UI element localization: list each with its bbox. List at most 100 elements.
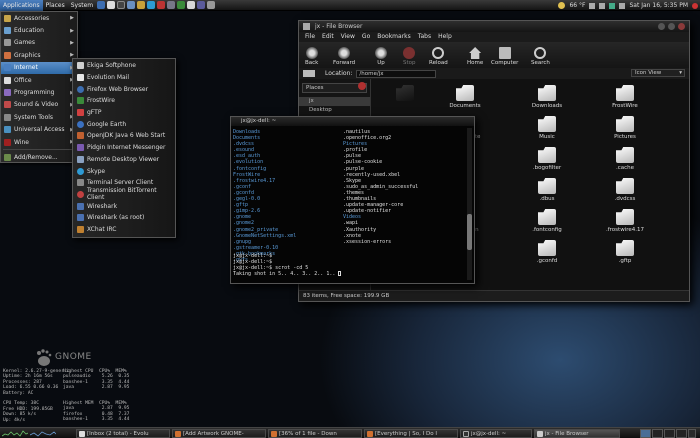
system-monitor-launcher-icon[interactable]	[207, 1, 216, 9]
file-browser-titlebar[interactable]: jx - File Browser	[299, 21, 689, 32]
computer-button[interactable]: Computer	[491, 47, 518, 66]
files-launcher-icon[interactable]	[187, 1, 196, 9]
side-item-jx[interactable]: jx	[299, 97, 370, 106]
menu-item-education[interactable]: Education ▶	[1, 24, 77, 36]
stop-button[interactable]: Stop	[403, 47, 416, 66]
menu-item-openjdk[interactable]: OpenJDK Java 6 Web Start	[73, 130, 175, 142]
menu-edit[interactable]: Edit	[322, 32, 334, 42]
firefox-launcher-icon[interactable]	[97, 1, 106, 9]
cpu-graph-icon[interactable]	[2, 430, 28, 437]
menu-item-games[interactable]: Games ▶	[1, 37, 77, 49]
folder-window-icon[interactable]	[303, 23, 310, 30]
file-item[interactable]: Downloads	[517, 85, 577, 109]
menu-item-ekiga[interactable]: Ekiga Softphone	[73, 60, 175, 72]
messenger-status-icon[interactable]	[609, 2, 616, 9]
menu-item-accessories[interactable]: Accessories ▶	[1, 12, 77, 24]
close-sidebar-icon[interactable]	[358, 82, 366, 90]
menu-item-wireshark-root[interactable]: Wireshark (as root)	[73, 212, 175, 224]
file-item[interactable]: Pictures	[595, 116, 655, 140]
clock[interactable]: Sat Jan 16, 5:35 PM	[629, 2, 688, 9]
task-firefox-artwork[interactable]: [Add Artwork GNOME-	[172, 429, 266, 438]
workspace-4[interactable]	[676, 429, 687, 438]
minimize-icon[interactable]	[658, 23, 665, 30]
search-button[interactable]: Search	[531, 47, 550, 66]
menu-item-internet[interactable]: Internet▶	[1, 61, 77, 74]
file-item[interactable]: .fontconfig	[517, 209, 577, 233]
menu-item-firefox[interactable]: Firefox Web Browser	[73, 83, 175, 95]
file-item[interactable]: .dbus	[517, 178, 577, 202]
maximize-icon[interactable]	[668, 23, 675, 30]
places-menu[interactable]: Places	[43, 0, 68, 11]
menu-item-pidgin[interactable]: Pidgin Internet Messenger	[73, 142, 175, 154]
menu-item-gftp[interactable]: gFTP	[73, 107, 175, 119]
menu-item-add-remove[interactable]: Add/Remove...	[1, 151, 77, 163]
menu-item-wireshark[interactable]: Wireshark	[73, 200, 175, 212]
terminal-titlebar[interactable]: jx@jx-dell: ~	[231, 117, 474, 126]
terminal-scroll-thumb[interactable]	[467, 214, 472, 250]
file-item[interactable]: .frostwire4.17	[595, 209, 655, 233]
menu-bookmarks[interactable]: Bookmarks	[377, 32, 411, 42]
workspace-3[interactable]	[664, 429, 675, 438]
mail-launcher-icon[interactable]	[107, 1, 116, 9]
system-menu[interactable]: System	[68, 0, 96, 11]
menu-item-graphics[interactable]: Graphics ▶	[1, 49, 77, 61]
file-item[interactable]	[375, 85, 435, 103]
gimp-launcher-icon[interactable]	[157, 1, 166, 9]
workspace-2[interactable]	[652, 429, 663, 438]
location-input[interactable]: /home/jx	[356, 69, 437, 78]
menu-item-system-tools[interactable]: System Tools▶	[1, 111, 77, 123]
back-button[interactable]: Back	[305, 47, 318, 66]
menu-item-wine[interactable]: Wine▶	[1, 136, 77, 148]
terminal-scrollbar[interactable]	[467, 128, 472, 280]
location-toggle-icon[interactable]	[303, 70, 315, 77]
mail-notify-icon[interactable]	[619, 2, 626, 9]
home-button[interactable]: Home	[467, 47, 483, 66]
menu-item-transmission[interactable]: Transmission BitTorrent Client	[73, 187, 175, 201]
terminal-output[interactable]: Downloads Documents .dvdcss .esound .esd_aut…	[231, 126, 474, 285]
task-terminal[interactable]: jx@jx-dell: ~	[460, 429, 532, 438]
menu-item-universal-access[interactable]: Universal Access▶	[1, 124, 77, 136]
menu-item-evolution[interactable]: Evolution Mail	[73, 72, 175, 84]
task-download[interactable]: [36% of 1 file - Down	[268, 429, 362, 438]
reload-button[interactable]: Reload	[429, 47, 448, 66]
menu-item-programming[interactable]: Programming▶	[1, 86, 77, 98]
up-button[interactable]: Up	[375, 47, 387, 66]
close-icon[interactable]	[678, 23, 685, 30]
menu-tabs[interactable]: Tabs	[418, 32, 431, 42]
power-icon[interactable]	[692, 2, 698, 9]
network-icon[interactable]	[589, 2, 596, 9]
menu-item-xchat[interactable]: XChat IRC	[73, 224, 175, 236]
weather-icon[interactable]	[558, 2, 566, 9]
volume-icon[interactable]	[599, 2, 606, 9]
pidgin-launcher-icon[interactable]	[127, 1, 136, 9]
view-mode-select[interactable]: Icon View ▾	[631, 69, 685, 77]
terminal-launcher-icon[interactable]	[117, 1, 126, 9]
banshee-launcher-icon[interactable]	[137, 1, 146, 9]
menu-item-sound-video[interactable]: Sound & Video▶	[1, 99, 77, 111]
workspace-1[interactable]	[640, 429, 651, 438]
file-item[interactable]: .dvdcss	[595, 178, 655, 202]
menu-file[interactable]: File	[305, 32, 315, 42]
menu-item-skype[interactable]: Skype	[73, 165, 175, 177]
file-item[interactable]: .cache	[595, 147, 655, 171]
file-item[interactable]: Music	[517, 116, 577, 140]
menu-item-office[interactable]: Office▶	[1, 74, 77, 86]
skype-launcher-icon[interactable]	[147, 1, 156, 9]
forward-button[interactable]: Forward	[333, 47, 355, 66]
side-item-desktop[interactable]: Desktop	[299, 106, 370, 115]
gedit-launcher-icon[interactable]	[167, 1, 176, 9]
file-item[interactable]: FrostWire	[595, 85, 655, 109]
file-item[interactable]: .gftp	[595, 240, 655, 264]
task-firefox-blog[interactable]: [Everything | So, I Do I	[364, 429, 458, 438]
task-evolution[interactable]: [Inbox (2 total) - Evolu	[76, 429, 170, 438]
menu-help[interactable]: Help	[438, 32, 452, 42]
menu-view[interactable]: View	[341, 32, 355, 42]
trash-icon[interactable]	[688, 429, 696, 438]
vlc-launcher-icon[interactable]	[197, 1, 206, 9]
menu-item-remote-desktop[interactable]: Remote Desktop Viewer	[73, 154, 175, 166]
file-item[interactable]: Documents	[435, 85, 495, 109]
applications-menu[interactable]: Applications	[0, 0, 43, 11]
menu-go[interactable]: Go	[362, 32, 370, 42]
network-graph-icon[interactable]	[30, 430, 56, 437]
file-item[interactable]: .bogofilter	[517, 147, 577, 171]
